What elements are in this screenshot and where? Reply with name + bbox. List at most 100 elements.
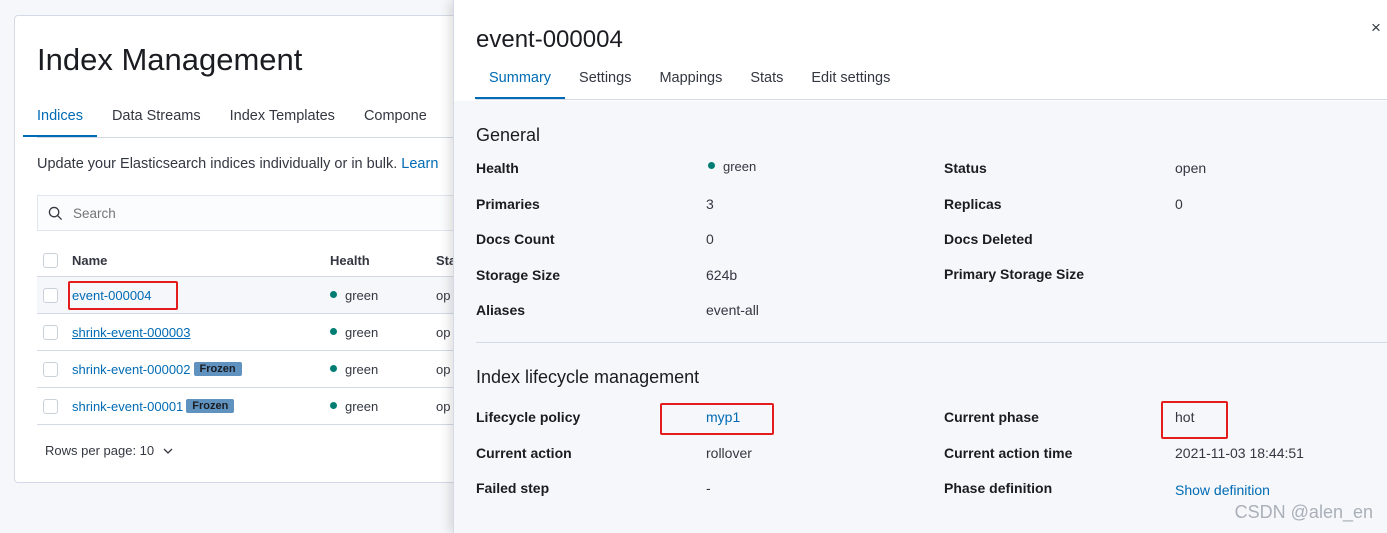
health-text: green xyxy=(345,398,379,414)
health-cell: green xyxy=(330,288,378,303)
index-management-tabs: Indices Data Streams Index Templates Com… xyxy=(23,108,456,137)
row-checkbox[interactable] xyxy=(43,398,58,414)
table-header: Name Health Sta xyxy=(37,245,475,277)
column-header-health[interactable]: Health xyxy=(330,253,370,268)
phase-definition-label: Phase definition xyxy=(944,480,1053,496)
current-action-time-label: Current action time xyxy=(944,445,1073,461)
lifecycle-policy-label: Lifecycle policy xyxy=(476,409,581,425)
show-definition-link[interactable]: Show definition xyxy=(1175,482,1270,498)
intro-text: Update your Elasticsearch indices indivi… xyxy=(37,156,438,172)
docs-count-label: Docs Count xyxy=(476,231,555,247)
frozen-badge: Frozen xyxy=(186,399,235,413)
current-action-value: rollover xyxy=(706,445,752,461)
flyout-tabs: Summary Settings Mappings Stats Edit set… xyxy=(475,70,904,99)
frozen-badge: Frozen xyxy=(193,362,242,376)
tab-mappings[interactable]: Mappings xyxy=(645,70,736,99)
tab-data-streams[interactable]: Data Streams xyxy=(112,108,201,137)
close-icon[interactable]: × xyxy=(1371,18,1387,38)
rows-per-page-label: Rows per page: 10 xyxy=(45,443,155,458)
health-dot-icon xyxy=(330,290,337,298)
primaries-label: Primaries xyxy=(476,196,540,212)
primary-storage-size-label: Primary Storage Size xyxy=(944,266,1085,282)
lifecycle-policy-link[interactable]: myp1 xyxy=(706,409,740,425)
index-name-cell: shrink-event-000003 xyxy=(72,325,191,340)
tab-divider xyxy=(37,137,473,138)
search-bar[interactable] xyxy=(37,195,475,231)
current-phase-value: hot xyxy=(1175,409,1195,425)
select-all-checkbox[interactable] xyxy=(43,253,58,268)
failed-step-label: Failed step xyxy=(476,480,550,496)
highlight-box-phase xyxy=(1161,401,1228,439)
tab-edit-settings[interactable]: Edit settings xyxy=(797,70,904,99)
status-value: open xyxy=(1175,160,1207,176)
health-dot-icon xyxy=(330,364,337,372)
index-name-cell: shrink-event-000002 Frozen xyxy=(72,362,242,377)
index-link[interactable]: shrink-event-000002 xyxy=(72,362,191,377)
aliases-label: Aliases xyxy=(476,302,526,318)
watermark: CSDN @alen_en xyxy=(1234,502,1373,522)
index-detail-flyout: event-000004 × Summary Settings Mappings… xyxy=(453,0,1387,533)
aliases-value: event-all xyxy=(706,302,759,318)
search-input[interactable] xyxy=(73,205,373,221)
rows-per-page-button[interactable]: Rows per page: 10 xyxy=(45,443,174,458)
tab-stats[interactable]: Stats xyxy=(736,70,797,99)
index-name-cell: event-000004 xyxy=(72,288,152,303)
row-checkbox[interactable] xyxy=(43,287,58,303)
lifecycle-policy-value: myp1 xyxy=(706,409,740,425)
search-icon xyxy=(48,206,63,220)
current-action-label: Current action xyxy=(476,445,572,461)
failed-step-value: - xyxy=(706,480,711,496)
docs-deleted-label: Docs Deleted xyxy=(944,231,1033,247)
flyout-title: event-000004 xyxy=(476,26,623,53)
tab-component-templates[interactable]: Compone xyxy=(364,108,427,137)
row-checkbox[interactable] xyxy=(43,324,58,340)
current-phase-label: Current phase xyxy=(944,409,1039,425)
learn-more-link[interactable]: Learn xyxy=(401,156,438,172)
ilm-section-title: Index lifecycle management xyxy=(476,367,700,387)
index-link[interactable]: shrink-event-000003 xyxy=(72,325,191,340)
tab-indices[interactable]: Indices xyxy=(23,108,97,137)
health-cell: green xyxy=(330,399,378,414)
general-section-title: General xyxy=(476,125,541,145)
table-row: shrink-event-000003 green op xyxy=(37,314,475,351)
storage-size-value: 624b xyxy=(706,267,738,283)
replicas-label: Replicas xyxy=(944,196,1002,212)
health-dot-icon xyxy=(330,327,337,335)
health-cell: green xyxy=(330,362,378,377)
index-link[interactable]: shrink-event-00001 xyxy=(72,399,183,414)
table-row: shrink-event-000002 Frozen green op xyxy=(37,351,475,388)
tab-summary[interactable]: Summary xyxy=(475,70,566,99)
row-checkbox[interactable] xyxy=(43,361,58,377)
table-row: shrink-event-00001 Frozen green op xyxy=(37,388,475,425)
health-dot-icon xyxy=(330,401,337,409)
intro-description: Update your Elasticsearch indices indivi… xyxy=(37,156,398,172)
current-action-time-value: 2021-11-03 18:44:51 xyxy=(1175,445,1304,461)
health-value: green xyxy=(708,158,756,174)
status-label: Status xyxy=(944,160,987,176)
summary-body: General Health green Status open Primari… xyxy=(454,101,1387,533)
health-dot-icon xyxy=(708,161,715,169)
page-title: Index Management xyxy=(37,42,303,77)
docs-count-value: 0 xyxy=(706,231,714,247)
indices-table: Name Health Sta event-000004 green op sh… xyxy=(37,245,475,425)
storage-size-label: Storage Size xyxy=(476,267,561,283)
health-value-text: green xyxy=(723,159,757,174)
chevron-down-icon xyxy=(163,448,173,454)
health-label: Health xyxy=(476,160,519,176)
flyout-tab-divider xyxy=(476,99,1387,100)
tab-settings[interactable]: Settings xyxy=(565,70,645,99)
phase-definition-value: Show definition xyxy=(1175,482,1270,498)
index-link[interactable]: event-000004 xyxy=(72,288,152,303)
tab-index-templates[interactable]: Index Templates xyxy=(230,108,335,137)
health-text: green xyxy=(345,361,379,377)
index-name-cell: shrink-event-00001 Frozen xyxy=(72,399,235,414)
column-header-name[interactable]: Name xyxy=(72,253,107,268)
table-row: event-000004 green op xyxy=(37,277,475,314)
index-management-panel: Index Management Indices Data Streams In… xyxy=(14,15,475,483)
health-text: green xyxy=(345,324,379,340)
section-divider xyxy=(476,342,1387,343)
replicas-value: 0 xyxy=(1175,196,1183,212)
health-text: green xyxy=(345,287,379,303)
primaries-value: 3 xyxy=(706,196,714,212)
health-cell: green xyxy=(330,325,378,340)
